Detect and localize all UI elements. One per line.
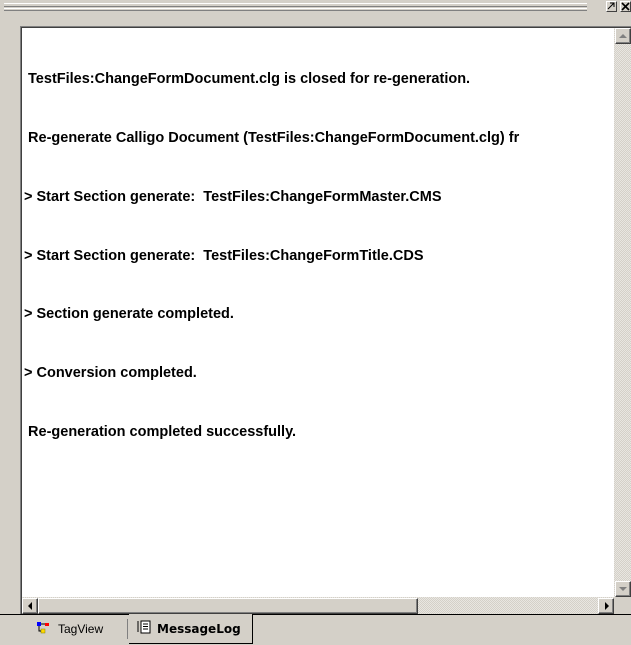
message-log-panel: TestFiles:ChangeFormDocument.clg is clos… [20,26,631,614]
docking-grip-bar[interactable] [0,0,631,13]
arrow-left-icon [28,602,32,610]
grip-lines [4,3,587,11]
tab-label: TagView [58,622,104,636]
arrow-right-icon [605,602,609,610]
horizontal-scroll-thumb[interactable] [38,598,418,614]
tab-messagelog[interactable]: MessageLog [129,614,253,644]
arrow-down-icon [619,587,627,591]
scrollbar-corner [614,597,631,614]
vertical-scrollbar[interactable] [614,28,631,597]
maximize-icon[interactable] [606,1,617,12]
log-line: Re-generation completed successfully. [24,423,297,440]
log-line: TestFiles:ChangeFormDocument.clg is clos… [24,71,471,88]
log-line: > Start Section generate: TestFiles:Chan… [24,188,442,205]
tab-strip: TagView MessageLog [0,614,631,645]
message-log-text[interactable]: TestFiles:ChangeFormDocument.clg is clos… [24,31,613,596]
tab-label: MessageLog [157,621,241,636]
message-log-view[interactable]: TestFiles:ChangeFormDocument.clg is clos… [21,27,631,614]
log-line: Re-generate Calligo Document (TestFiles:… [24,129,520,146]
log-line: > Conversion completed. [24,365,197,382]
scroll-right-button[interactable] [598,598,614,614]
tab-tagview[interactable]: TagView [36,615,128,643]
horizontal-scrollbar[interactable] [22,597,614,614]
arrow-up-icon [619,34,627,38]
log-line: > Start Section generate: TestFiles:Chan… [24,247,424,264]
scroll-down-button[interactable] [615,581,631,597]
scroll-up-button[interactable] [615,28,631,44]
document-list-icon [137,620,151,637]
scroll-left-button[interactable] [22,598,38,614]
tag-tree-icon [36,621,52,638]
close-icon[interactable] [620,1,631,12]
log-line: > Section generate completed. [24,306,234,323]
